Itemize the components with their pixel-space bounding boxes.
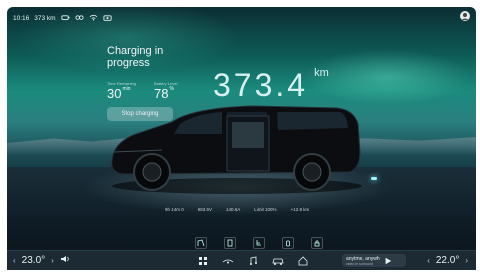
right-temp-number: 22.0 [435,255,456,266]
seat-control-button[interactable] [253,237,265,249]
left-temp-up-icon[interactable]: › [51,256,54,265]
bottle-icon [286,240,290,247]
wifi-icon [89,14,98,22]
left-temp-value: 23.0° [22,255,45,266]
range-value: 373.4 [213,67,309,103]
left-temp-degree: ° [41,255,46,266]
time-remaining-value: 30 [107,86,122,101]
battery-level-unit: % [169,86,174,92]
cabin-control-button[interactable] [224,237,236,249]
right-temp-down-icon[interactable]: ‹ [427,256,430,265]
profile-avatar[interactable] [460,11,470,21]
music-icon[interactable] [247,255,259,267]
right-temp-up-icon[interactable]: › [465,256,468,265]
media-player[interactable]: anytme, anywh video in surround [342,254,406,267]
battery-level: Battery Level 78% [154,81,177,101]
charge-detail-current: 140.6A [226,207,241,212]
range-display: 373.4 km [213,67,329,104]
bottle-control-button[interactable] [282,237,294,249]
connectivity-icon [75,14,84,22]
charge-detail-added: +12.8 km [290,207,310,212]
time-remaining: Time Remaining 30min [107,81,136,101]
status-bar: 10:16 373 km [13,12,112,24]
charge-detail-voltage: 683.5V [197,207,213,212]
lock-icon [314,240,320,247]
home-icon[interactable] [297,255,309,267]
vehicle-image [111,105,362,194]
vehicle-controls [195,237,323,249]
vehicle-icon[interactable] [272,255,284,267]
driver-climate: ‹ 23.0° › [13,254,70,267]
charging-port-indicator [371,177,377,180]
camera-icon [103,14,112,22]
apps-grid-icon[interactable] [197,255,209,267]
battery-icon [61,14,70,22]
battery-level-value: 78 [153,86,169,101]
left-temp-down-icon[interactable]: ‹ [13,256,16,265]
door-icon [197,239,205,247]
charge-details: 9h 14m 0 683.5V 140.6A Limit 100% +12.8 … [165,207,309,212]
charge-detail-limit: Limit 100% [254,207,277,212]
play-icon[interactable] [384,252,392,270]
lock-control-button[interactable] [311,237,323,249]
passenger-climate: ‹ 22.0° › [427,255,468,266]
cabin-icon [227,239,233,247]
volume-icon[interactable] [60,254,70,267]
door-control-button[interactable] [195,237,207,249]
clock: 10:16 [13,14,30,22]
charging-title: Charging in progress [107,45,164,69]
time-remaining-unit: min [122,86,131,92]
range-status: 373 km [34,14,56,22]
right-temp-value: 22.0° [436,255,459,266]
app-dock [197,255,309,267]
range-unit: km [314,67,329,79]
charge-detail-time: 9h 14m 0 [165,207,184,212]
media-title: anytme, anywh [346,255,380,262]
left-temp-number: 23.0 [21,255,42,266]
camera-360-icon[interactable] [222,255,234,267]
screen-frame: 10:16 373 km Charging in progress Time R… [7,7,476,269]
media-subtitle: video in surround [346,261,373,266]
right-temp-degree: ° [455,255,460,266]
seat-icon [256,240,261,246]
bottom-dock: ‹ 23.0° › anytme, anywh video in surroun… [7,250,476,270]
